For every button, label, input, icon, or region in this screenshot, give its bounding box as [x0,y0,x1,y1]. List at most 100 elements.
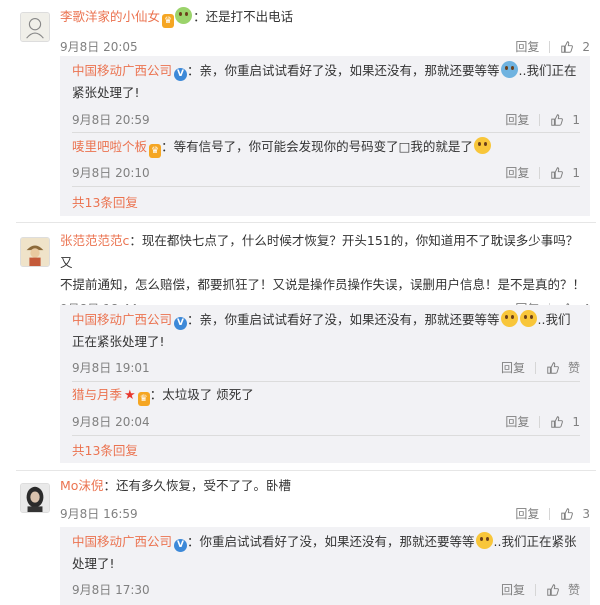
comment-text: ：现在都快七点了，什么时候才恢复？开头151的，你知道用不了耽误多少事吗？又 [60,233,579,270]
action-separator [539,416,541,428]
reply-text-line2: 紧张处理了! [72,85,140,100]
like-button[interactable]: 2 [560,36,590,58]
comment-time: 9月8日 16:59 [60,507,138,521]
thumbs-up-icon [561,41,574,53]
reply-username[interactable]: 猎与月季 [72,387,122,402]
reply-username[interactable]: 中国移动广西公司 [72,534,172,549]
vip-badge: ♛ [149,144,162,158]
comment-text: ：还有多久恢复，受不了了。卧槽 [103,478,291,493]
reply-text: ：太垃圾了 烦死了 [149,387,254,402]
reply-username[interactable]: 唛里吧啦个板 [72,139,147,154]
action-separator [549,508,551,520]
like-button[interactable]: 赞 [546,579,580,601]
sub-replies-box: 中国移动广西公司 V ：亲，你重启试试看好了没，如果还没有，那就还要等等 ..我们 正… [60,305,590,463]
action-separator [539,167,541,179]
like-count: 1 [572,113,580,127]
like-count: 赞 [567,361,580,375]
thumbs-up-icon [561,508,574,520]
reply-text-line2: 正在紧张处理了! [72,334,165,349]
emoji-icon [500,61,518,78]
view-more-replies-link[interactable]: 共13条回复 [72,440,138,459]
comment-text-line2: 不提前通知，怎么赔偿，都要抓狂了！又说是操作员操作失误，误删用户信息！是不是真的… [60,277,586,292]
comment-2: 张范范范范c：现在都快七点了，什么时候才恢复？开头151的，你知道用不了耽误多少… [0,223,600,469]
comment-username[interactable]: Mo沫倪 [60,478,103,493]
avatar[interactable] [20,12,50,42]
emoji-icon [475,532,493,549]
vip-badge: ♛ [162,14,175,28]
reply-time: 9月8日 19:01 [72,361,150,375]
comment-text: ：还是打不出电话 [193,9,294,24]
vip-badge: ♛ [137,392,150,406]
like-count: 赞 [567,583,580,597]
avatar-image [21,484,49,512]
reply-text: ：你重启试试看好了没，如果还没有，那就还要等等 [187,534,475,549]
reply-username[interactable]: 中国移动广西公司 [72,63,172,78]
view-more-replies-link[interactable]: 共13条回复 [72,192,138,211]
like-button[interactable]: 1 [550,411,580,433]
sub-replies-box: 中国移动广西公司 V ：亲，你重启试试看好了没，如果还没有，那就还要等等 ..我们正在… [60,56,590,216]
comment-time: 9月8日 20:05 [60,40,138,54]
comment-username[interactable]: 李歌洋家的小仙女 [60,9,160,24]
reply-button[interactable]: 回复 [505,109,529,131]
reply-text: ：等有信号了，你可能会发现你的号码变了□我的就是了 [161,139,473,154]
comment-3: Mo沫倪：还有多久恢复，受不了了。卧槽 9月8日 16:59 回复 3 中国移动… [0,471,600,605]
avatar[interactable] [20,483,50,513]
emoji-icon [500,310,518,327]
sub-reply: 中国移动广西公司 V ：亲，你重启试试看好了没，如果还没有，那就还要等等 ..我们 正… [72,309,580,379]
sub-divider [72,435,580,436]
like-count: 1 [572,415,580,429]
comment-username[interactable]: 张范范范范c [60,233,129,248]
reply-time: 9月8日 20:10 [72,166,150,180]
like-count: 1 [572,166,580,180]
reply-text: ：亲，你重启试试看好了没，如果还没有，那就还要等等 [187,312,500,327]
reply-text: ：亲，你重启试试看好了没，如果还没有，那就还要等等 [187,63,500,78]
comment-1: 李歌洋家的小仙女 ♛ ：还是打不出电话 9月8日 20:05 回复 2 中国移动广西… [0,0,600,222]
like-count: 3 [582,507,590,521]
like-button[interactable]: 3 [560,503,590,525]
like-count: 2 [582,40,590,54]
verified-badge-icon: V [174,317,188,330]
verified-badge-icon: V [174,539,188,552]
reply-button[interactable]: 回复 [515,503,539,525]
like-button[interactable]: 赞 [546,357,580,379]
like-button[interactable]: 1 [550,162,580,184]
sub-reply: 猎与月季 ★ ♛ ：太垃圾了 烦死了 9月8日 20:04 回复 1 [72,384,580,433]
reply-text-line2: 处理了! [72,556,115,571]
reply-time: 9月8日 17:30 [72,583,150,597]
like-button[interactable]: 1 [550,109,580,131]
thumbs-up-icon [547,584,559,596]
thumbs-up-icon [551,416,564,428]
avatar[interactable] [20,237,50,267]
reply-button[interactable]: 回复 [505,411,529,433]
verified-badge-icon: V [174,68,188,81]
reply-username[interactable]: 中国移动广西公司 [72,312,172,327]
sub-reply: 中国移动广西公司 V ：亲，你重启试试看好了没，如果还没有，那就还要等等 ..我们正在… [72,60,580,131]
sub-reply: 中国移动广西公司 V ：你重启试试看好了没，如果还没有，那就还要等等 ..我们正在紧张… [72,531,580,601]
action-separator [549,41,551,53]
sub-divider [72,132,580,133]
reply-button[interactable]: 回复 [501,357,525,379]
thumbs-up-icon [547,362,559,374]
sub-reply: 唛里吧啦个板 ♛ ：等有信号了，你可能会发现你的号码变了□我的就是了 9月8日 20… [72,136,580,184]
reply-button[interactable]: 回复 [505,162,529,184]
action-separator [539,114,541,126]
reply-button[interactable]: 回复 [501,579,525,601]
emoji-icon [519,310,537,327]
reply-button[interactable]: 回复 [515,36,539,58]
sub-divider [72,186,580,187]
action-separator [534,584,536,596]
reply-text-tail: ..我们正在 [518,63,577,78]
sub-divider [72,381,580,382]
thumbs-up-icon [551,167,564,179]
reply-text-tail: ..我们正在紧张 [493,534,577,549]
emoji-icon [175,7,193,24]
emoji-icon [473,137,491,154]
reply-time: 9月8日 20:59 [72,113,150,127]
action-separator [534,362,536,374]
star-icon: ★ [124,388,136,403]
sub-replies-box: 中国移动广西公司 V ：你重启试试看好了没，如果还没有，那就还要等等 ..我们正在紧张… [60,527,590,605]
avatar-image [21,238,49,266]
thumbs-up-icon [551,114,564,126]
reply-text-tail: ..我们 [537,312,571,327]
reply-time: 9月8日 20:04 [72,415,150,429]
